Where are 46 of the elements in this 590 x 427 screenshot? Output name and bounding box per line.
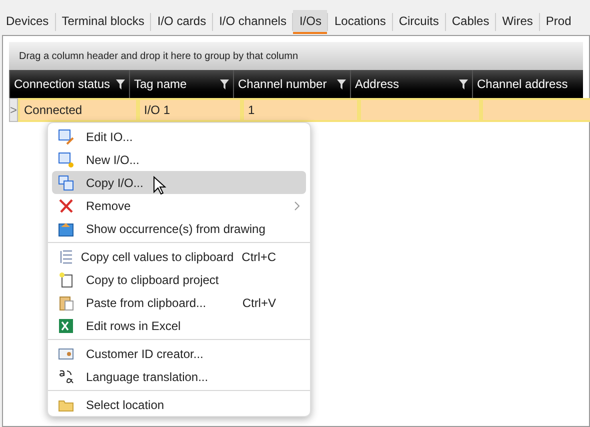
document-icon <box>58 272 74 288</box>
menu-item[interactable]: Edit IO... <box>52 125 306 148</box>
filter-icon[interactable] <box>337 78 346 90</box>
group-hint: Drag a column header and drop it here to group by that column <box>19 50 298 64</box>
tab[interactable]: I/O cards <box>151 10 212 34</box>
shortcut-label: Ctrl+C <box>242 248 276 266</box>
filter-icon[interactable] <box>116 78 125 90</box>
drawing-icon <box>58 220 74 236</box>
cross-icon <box>58 198 74 214</box>
shortcut-label: Ctrl+V <box>242 294 276 312</box>
menu-item[interactable]: Language translation... <box>52 365 306 388</box>
mouse-pointer-icon <box>153 176 167 196</box>
table-cell: I/O 1 <box>138 98 242 122</box>
menu-item[interactable]: Edit rows in Excel <box>52 314 306 337</box>
filter-icon[interactable] <box>459 78 468 90</box>
row-expander[interactable]: > <box>9 98 18 122</box>
clipboard-icon <box>58 294 74 310</box>
menu-item[interactable]: Customer ID creator... <box>52 342 306 365</box>
window-pencil-icon <box>58 128 74 144</box>
tab[interactable]: I/Os <box>293 10 328 34</box>
menu-item[interactable]: Select location <box>52 393 306 416</box>
window-star-icon <box>58 152 74 168</box>
tab[interactable]: Devices <box>0 10 55 34</box>
filter-icon[interactable] <box>220 78 229 90</box>
tab[interactable]: Terminal blocks <box>56 10 150 34</box>
list-icon <box>58 248 74 264</box>
spreadsheet-icon <box>58 318 74 334</box>
translate-icon <box>58 368 74 384</box>
tab[interactable]: Wires <box>496 10 539 34</box>
table-cell: 1 <box>242 98 360 122</box>
menu-item[interactable]: New I/O... <box>52 148 306 171</box>
tab[interactable]: Prod <box>540 10 578 34</box>
tab[interactable]: Locations <box>328 10 392 34</box>
id-card-icon <box>58 346 74 362</box>
tab[interactable]: Circuits <box>392 10 445 34</box>
tab[interactable]: Cables <box>446 10 496 34</box>
menu-item[interactable]: Copy cell values to clipboard Ctrl+C <box>52 245 306 268</box>
table-cell: Connected <box>18 98 138 122</box>
menu-item[interactable]: Remove <box>52 194 306 217</box>
menu-item[interactable]: Show occurrence(s) from drawing <box>52 217 306 240</box>
copy-windows-icon <box>58 174 74 190</box>
chevron-right-icon <box>294 200 300 210</box>
tab[interactable]: I/O channels <box>213 10 292 34</box>
menu-item[interactable]: Paste from clipboard... Ctrl+V <box>52 291 306 314</box>
menu-item[interactable]: Copy to clipboard project <box>52 268 306 291</box>
menu-item[interactable]: Copy I/O... <box>52 171 306 194</box>
